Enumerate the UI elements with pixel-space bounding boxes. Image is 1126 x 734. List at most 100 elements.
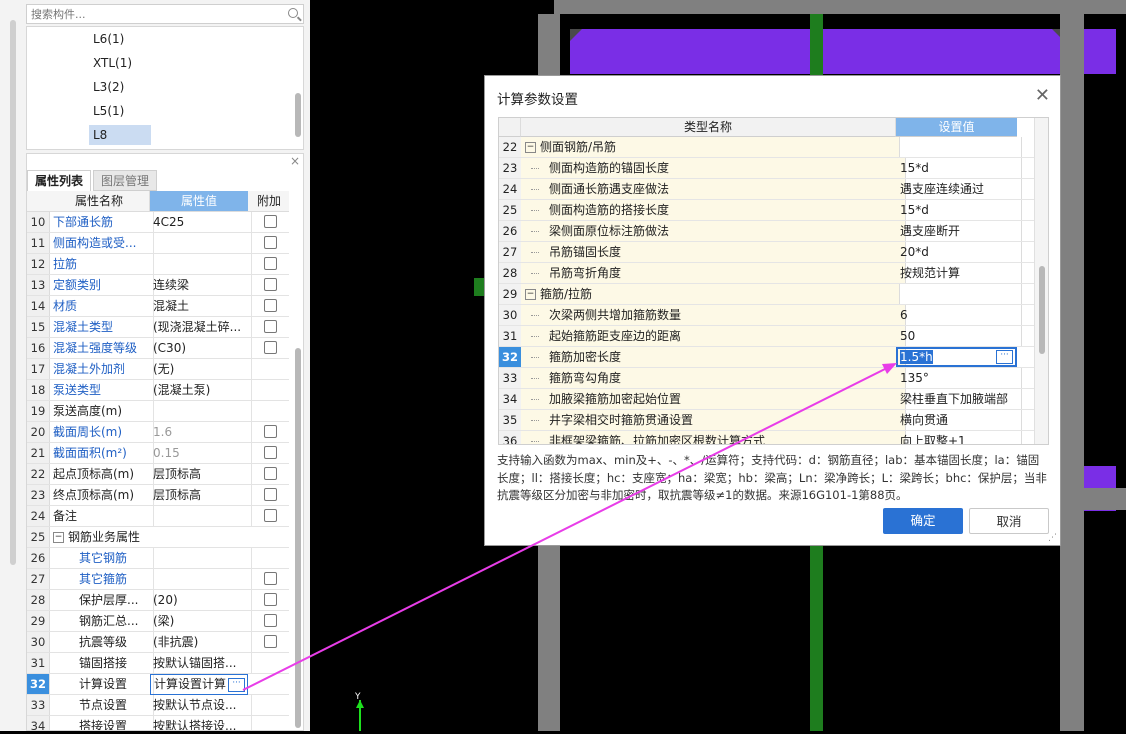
property-row[interactable]: 20 截面周长(m) 1.6 xyxy=(27,422,289,443)
settings-row[interactable]: 24 侧面通长筋遇支座做法 遇支座连续通过 xyxy=(499,179,1034,200)
extra-checkbox[interactable] xyxy=(264,467,277,480)
property-row[interactable]: 26 其它钢筋 xyxy=(27,548,289,569)
property-row[interactable]: 13 定额类别 连续梁 xyxy=(27,275,289,296)
property-value[interactable]: (无) xyxy=(150,359,252,379)
property-value[interactable] xyxy=(150,254,252,274)
extra-checkbox[interactable] xyxy=(264,446,277,459)
close-icon[interactable]: ✕ xyxy=(1035,85,1050,106)
property-value[interactable]: 按默认搭接设... xyxy=(150,716,252,730)
search-box[interactable] xyxy=(26,4,304,24)
cancel-button[interactable]: 取消 xyxy=(969,508,1049,534)
property-value[interactable]: 1.6 xyxy=(150,422,252,442)
property-row[interactable]: 34 搭接设置 按默认搭接设... xyxy=(27,716,289,730)
setting-value[interactable] xyxy=(896,284,1022,304)
extra-checkbox[interactable] xyxy=(264,593,277,606)
tree-item[interactable]: L6(1) xyxy=(89,29,151,49)
settings-row[interactable]: 22− 侧面钢筋/吊筋 xyxy=(499,137,1034,158)
resize-grip-icon[interactable]: ⋰ xyxy=(1048,533,1057,543)
setting-value[interactable]: 50 xyxy=(896,326,1022,346)
left-scrollbar[interactable] xyxy=(10,20,16,565)
setting-value[interactable]: 6 xyxy=(896,305,1022,325)
property-row[interactable]: 19 泵送高度(m) xyxy=(27,401,289,422)
property-row[interactable]: 29 钢筋汇总... (梁) xyxy=(27,611,289,632)
setting-value[interactable]: 15*d xyxy=(896,158,1022,178)
property-row[interactable]: 16 混凝土强度等级 (C30) xyxy=(27,338,289,359)
extra-checkbox[interactable] xyxy=(264,278,277,291)
settings-row[interactable]: 31 起始箍筋距支座边的距离 50 xyxy=(499,326,1034,347)
property-value[interactable]: 层顶标高 xyxy=(150,485,252,505)
property-value[interactable]: 按默认锚固搭... xyxy=(150,653,252,673)
ellipsis-icon[interactable]: ··· xyxy=(996,350,1013,364)
property-row[interactable]: 30 抗震等级 (非抗震) xyxy=(27,632,289,653)
property-row[interactable]: 31 锚固搭接 按默认锚固搭... xyxy=(27,653,289,674)
collapse-icon[interactable]: − xyxy=(525,289,536,300)
extra-checkbox[interactable] xyxy=(264,572,277,585)
settings-row[interactable]: 34 加腋梁箍筋加密起始位置 梁柱垂直下加腋端部 xyxy=(499,389,1034,410)
table-scrollbar-track[interactable] xyxy=(1034,118,1048,444)
property-row[interactable]: 10 下部通长筋 4C25 xyxy=(27,212,289,233)
property-row[interactable]: 17 混凝土外加剂 (无) xyxy=(27,359,289,380)
extra-checkbox[interactable] xyxy=(264,320,277,333)
extra-checkbox[interactable] xyxy=(264,257,277,270)
settings-row[interactable]: 23 侧面构造筋的锚固长度 15*d xyxy=(499,158,1034,179)
setting-value[interactable]: 按规范计算 xyxy=(896,263,1022,283)
extra-checkbox[interactable] xyxy=(264,635,277,648)
property-row[interactable]: 15 混凝土类型 (现浇混凝土碎... xyxy=(27,317,289,338)
property-value[interactable]: (20) xyxy=(150,590,252,610)
setting-value[interactable]: 向上取整+1 xyxy=(896,431,1022,444)
property-row[interactable]: 11 侧面构造或受... xyxy=(27,233,289,254)
property-row[interactable]: 12 拉筋 xyxy=(27,254,289,275)
property-row[interactable]: 25− 钢筋业务属性 xyxy=(27,527,289,548)
tree-item[interactable]: XTL(1) xyxy=(89,53,151,73)
tree-item-selected[interactable]: L8 xyxy=(89,125,151,145)
property-row[interactable]: 32 计算设置 计算设置计算 ··· xyxy=(27,674,289,695)
property-value[interactable]: (梁) xyxy=(150,611,252,631)
property-row[interactable]: 21 截面面积(m²) 0.15 xyxy=(27,443,289,464)
settings-row[interactable]: 35 井字梁相交时箍筋贯通设置 横向贯通 xyxy=(499,410,1034,431)
property-value[interactable] xyxy=(150,233,252,253)
extra-checkbox[interactable] xyxy=(264,299,277,312)
settings-row[interactable]: 29− 箍筋/拉筋 xyxy=(499,284,1034,305)
property-row[interactable]: 24 备注 xyxy=(27,506,289,527)
ok-button[interactable]: 确定 xyxy=(883,508,963,534)
tab-layer-management[interactable]: 图层管理 xyxy=(93,170,158,191)
setting-value[interactable]: 遇支座连续通过 xyxy=(896,179,1022,199)
extra-checkbox[interactable] xyxy=(264,614,277,627)
settings-row[interactable]: 33 箍筋弯勾角度 135° xyxy=(499,368,1034,389)
property-value[interactable]: (非抗震) xyxy=(150,632,252,652)
property-scrollbar[interactable] xyxy=(295,348,301,728)
property-row[interactable]: 28 保护层厚... (20) xyxy=(27,590,289,611)
collapse-icon[interactable]: − xyxy=(53,532,64,543)
property-value[interactable] xyxy=(150,569,252,589)
table-scrollbar-thumb[interactable] xyxy=(1039,266,1045,354)
tree-scrollbar[interactable] xyxy=(295,93,301,137)
property-value[interactable]: (现浇混凝土碎... xyxy=(150,317,252,337)
setting-value[interactable]: 横向贯通 xyxy=(896,410,1022,430)
property-value[interactable]: 计算设置计算 ··· xyxy=(150,674,248,695)
settings-row[interactable]: 26 梁侧面原位标注筋做法 遇支座断开 xyxy=(499,221,1034,242)
setting-value[interactable]: 20*d xyxy=(896,242,1022,262)
extra-checkbox[interactable] xyxy=(264,509,277,522)
property-value[interactable] xyxy=(150,401,252,421)
property-value[interactable] xyxy=(150,548,252,568)
property-value[interactable] xyxy=(150,506,252,526)
setting-value[interactable]: 135° xyxy=(896,368,1022,388)
property-value[interactable]: 4C25 xyxy=(150,212,252,232)
settings-row[interactable]: 28 吊筋弯折角度 按规范计算 xyxy=(499,263,1034,284)
tab-property-list[interactable]: 属性列表 xyxy=(27,170,92,191)
search-input[interactable] xyxy=(27,5,285,23)
extra-checkbox[interactable] xyxy=(264,425,277,438)
property-row[interactable]: 27 其它箍筋 xyxy=(27,569,289,590)
extra-checkbox[interactable] xyxy=(264,488,277,501)
search-icon[interactable] xyxy=(288,8,298,18)
setting-value[interactable] xyxy=(896,137,1022,157)
extra-checkbox[interactable] xyxy=(264,215,277,228)
property-value[interactable]: 层顶标高 xyxy=(150,464,252,484)
property-value[interactable]: 0.15 xyxy=(150,443,252,463)
property-row[interactable]: 23 终点顶标高(m) 层顶标高 xyxy=(27,485,289,506)
setting-value[interactable]: 梁柱垂直下加腋端部 xyxy=(896,389,1022,409)
settings-row[interactable]: 36 非框架梁箍筋、拉筋加密区根数计算方式 向上取整+1 xyxy=(499,431,1034,444)
property-value[interactable]: 按默认节点设... xyxy=(150,695,252,715)
tree-item[interactable]: L5(1) xyxy=(89,101,151,121)
setting-value[interactable]: 15*d xyxy=(896,200,1022,220)
